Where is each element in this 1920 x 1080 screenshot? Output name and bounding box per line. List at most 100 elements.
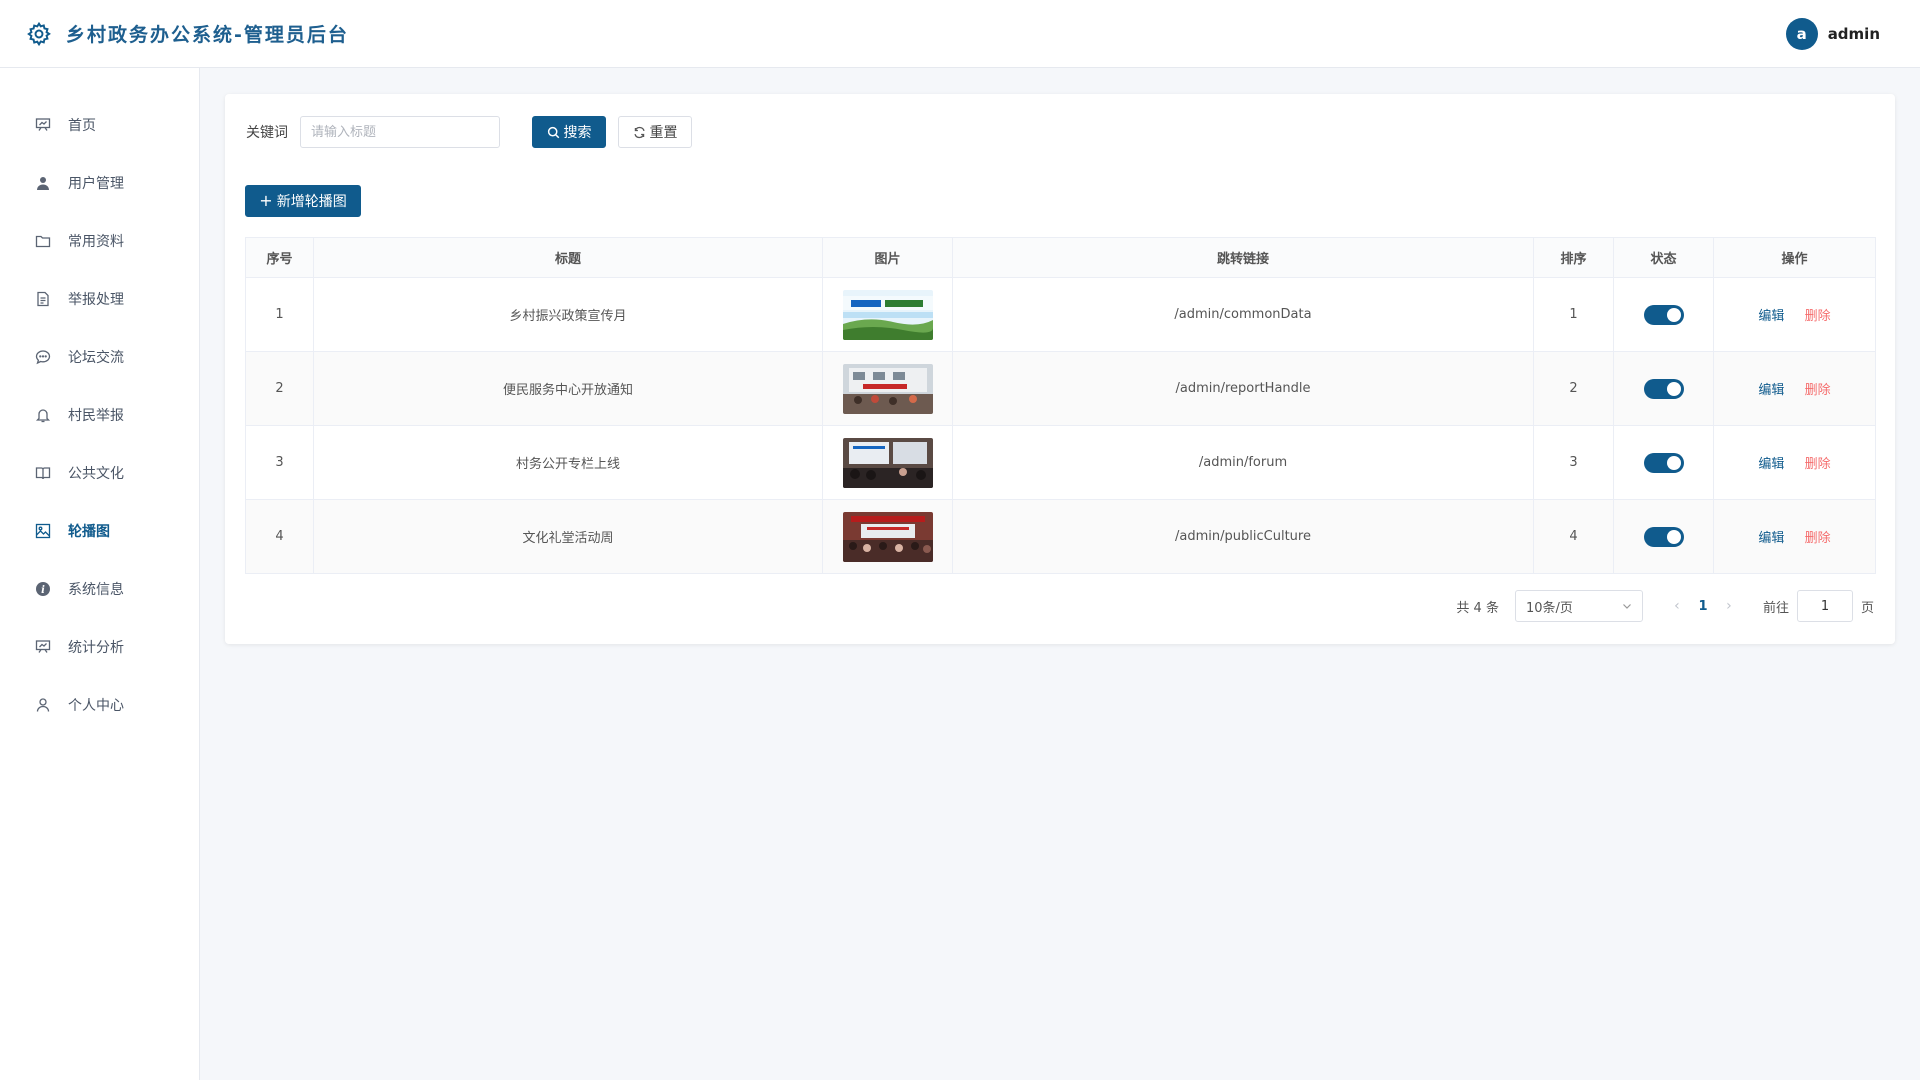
- avatar[interactable]: a: [1785, 17, 1818, 50]
- column-header-status: 状态: [1613, 237, 1714, 278]
- cell-sort: 2: [1533, 351, 1614, 426]
- cell-sort: 3: [1533, 425, 1614, 500]
- cell-title: 乡村振兴政策宣传月: [313, 277, 823, 352]
- username[interactable]: admin: [1828, 25, 1880, 43]
- delete-link[interactable]: 删除: [1805, 531, 1831, 546]
- table-row: 1 乡村振兴政策宣传月 /admin/commonData 1 编辑 删除: [245, 277, 1876, 352]
- page-number-current[interactable]: 1: [1687, 599, 1719, 614]
- edit-link[interactable]: 编辑: [1758, 383, 1784, 398]
- total-count: 共 4 条: [1456, 600, 1499, 616]
- page-size-select[interactable]: 10条/页: [1514, 590, 1643, 622]
- cell-sort: 4: [1533, 499, 1614, 574]
- cell-link: /admin/reportHandle: [952, 351, 1534, 426]
- column-header-actions: 操作: [1713, 237, 1876, 278]
- goto-page-input[interactable]: [1796, 590, 1853, 622]
- cell-index: 1: [245, 277, 314, 352]
- cell-actions: 编辑 删除: [1713, 277, 1876, 352]
- status-toggle[interactable]: [1643, 452, 1684, 473]
- goto-label: 前往: [1762, 600, 1789, 616]
- pagination: 共 4 条 10条/页 ‹ 1 › 前往 页: [1456, 590, 1874, 622]
- keyword-input[interactable]: [300, 116, 500, 148]
- add-carousel-button[interactable]: + 新增轮播图: [245, 185, 361, 217]
- banner-thumbnail[interactable]: [842, 437, 933, 488]
- sidebar-item-label: 公共文化: [68, 466, 124, 482]
- sidebar-item-common-data[interactable]: 常用资料: [0, 212, 199, 270]
- table-row: 2 便民服务中心开放通知 /admin/reportHandle 2 编辑 删除: [245, 351, 1876, 426]
- user-outline-icon: [34, 696, 52, 714]
- prev-page-button[interactable]: ‹: [1667, 598, 1687, 614]
- cell-status: [1613, 499, 1714, 574]
- sidebar-item-label: 论坛交流: [68, 350, 124, 366]
- edit-link[interactable]: 编辑: [1758, 531, 1784, 546]
- cell-title: 文化礼堂活动周: [313, 499, 823, 574]
- delete-link[interactable]: 删除: [1805, 383, 1831, 398]
- sidebar-item-home[interactable]: 首页: [0, 96, 199, 154]
- column-header-title: 标题: [313, 237, 823, 278]
- edit-link[interactable]: 编辑: [1758, 457, 1784, 472]
- cell-image: [822, 351, 953, 426]
- gear-icon: [27, 21, 51, 46]
- content-card: 关键词 搜索 重置 + 新增轮播图 序号 标题 图片 跳转链接 排序 状态 操作: [225, 94, 1895, 644]
- keyword-label: 关键词: [246, 125, 288, 141]
- book-icon: [34, 464, 52, 482]
- sidebar-item-profile[interactable]: 个人中心: [0, 676, 199, 734]
- reset-button-label: 重置: [649, 125, 678, 141]
- column-header-index: 序号: [245, 237, 314, 278]
- search-button-label: 搜索: [563, 125, 592, 141]
- cell-image: [822, 425, 953, 500]
- presentation-board-icon: [34, 638, 52, 656]
- carousel-table: 序号 标题 图片 跳转链接 排序 状态 操作 1 乡村振兴政策宣传月 /admi…: [245, 237, 1876, 574]
- sidebar-item-carousel[interactable]: 轮播图: [0, 502, 199, 560]
- user-menu[interactable]: a admin: [1785, 17, 1880, 50]
- sidebar-item-system-info[interactable]: i 系统信息: [0, 560, 199, 618]
- sidebar-item-label: 举报处理: [68, 292, 124, 308]
- sidebar-item-label: 用户管理: [68, 176, 124, 192]
- cell-index: 2: [245, 351, 314, 426]
- sidebar-item-report-handle[interactable]: 举报处理: [0, 270, 199, 328]
- cell-status: [1613, 277, 1714, 352]
- cell-actions: 编辑 删除: [1713, 499, 1876, 574]
- status-toggle[interactable]: [1643, 526, 1684, 547]
- info-circle-icon: i: [34, 580, 52, 598]
- edit-link[interactable]: 编辑: [1758, 309, 1784, 324]
- delete-link[interactable]: 删除: [1805, 457, 1831, 472]
- search-icon: [547, 126, 559, 138]
- sidebar-item-label: 统计分析: [68, 640, 124, 656]
- column-header-image: 图片: [822, 237, 953, 278]
- banner-thumbnail[interactable]: [842, 511, 933, 562]
- sidebar-item-label: 常用资料: [68, 234, 124, 250]
- plus-icon: +: [259, 191, 273, 210]
- cell-status: [1613, 351, 1714, 426]
- sidebar-item-forum[interactable]: 论坛交流: [0, 328, 199, 386]
- sidebar: 首页 用户管理 常用资料 举报处理 论坛交流 村民举报 公共文化 轮播图 i 系…: [0, 68, 200, 1080]
- status-toggle[interactable]: [1643, 304, 1684, 325]
- bell-icon: [34, 406, 52, 424]
- sidebar-item-label: 个人中心: [68, 698, 124, 714]
- sidebar-item-users[interactable]: 用户管理: [0, 154, 199, 212]
- status-toggle[interactable]: [1643, 378, 1684, 399]
- table-row: 3 村务公开专栏上线 /admin/forum 3 编辑 删除: [245, 425, 1876, 500]
- next-page-button[interactable]: ›: [1719, 598, 1739, 614]
- presentation-board-icon: [34, 116, 52, 134]
- banner-thumbnail[interactable]: [842, 363, 933, 414]
- banner-thumbnail[interactable]: [842, 289, 933, 340]
- chevron-down-icon: [1623, 604, 1631, 609]
- page-size-value: 10条/页: [1525, 600, 1573, 616]
- sidebar-item-label: 系统信息: [68, 582, 124, 598]
- delete-link[interactable]: 删除: [1805, 309, 1831, 324]
- refresh-icon: [633, 126, 645, 138]
- cell-actions: 编辑 删除: [1713, 351, 1876, 426]
- cell-index: 3: [245, 425, 314, 500]
- reset-button[interactable]: 重置: [618, 116, 692, 148]
- table-header-row: 序号 标题 图片 跳转链接 排序 状态 操作: [245, 237, 1876, 278]
- sidebar-item-public-culture[interactable]: 公共文化: [0, 444, 199, 502]
- cell-actions: 编辑 删除: [1713, 425, 1876, 500]
- search-bar: 关键词 搜索 重置: [246, 116, 692, 148]
- search-button[interactable]: 搜索: [532, 116, 606, 148]
- sidebar-item-statistics[interactable]: 统计分析: [0, 618, 199, 676]
- app-title: 乡村政务办公系统-管理员后台: [66, 24, 349, 46]
- document-icon: [34, 290, 52, 308]
- cell-index: 4: [245, 499, 314, 574]
- sidebar-item-villager-report[interactable]: 村民举报: [0, 386, 199, 444]
- folder-icon: [34, 232, 52, 250]
